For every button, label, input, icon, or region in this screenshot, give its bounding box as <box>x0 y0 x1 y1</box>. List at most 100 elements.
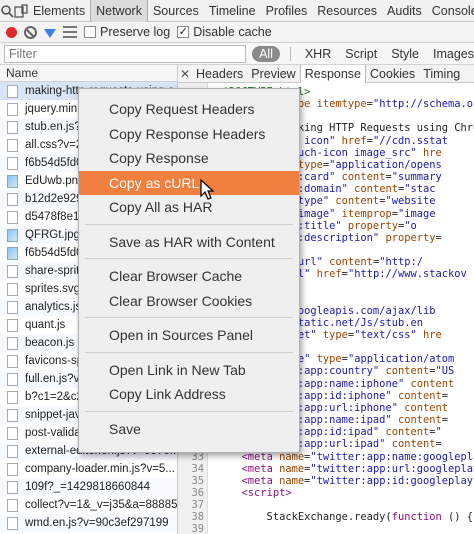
code-token: name <box>279 462 305 475</box>
menu-separator <box>85 351 293 353</box>
context-menu: Copy Request Headers Copy Response Header… <box>78 88 300 453</box>
large-rows-icon[interactable] <box>63 26 77 38</box>
filter-icon[interactable] <box>44 28 56 38</box>
code-token: "text/css" <box>354 329 424 341</box>
preserve-log-label: Preserve log <box>100 25 171 39</box>
menu-item-copy-as-curl[interactable]: Copy as cURL <box>79 170 299 195</box>
filter-xhr-button[interactable]: XHR <box>305 47 331 61</box>
image-file-icon <box>7 246 18 260</box>
menu-item-copy-response[interactable]: Copy Response <box>79 146 299 170</box>
code-token: content <box>385 426 430 439</box>
menu-item-copy-response-headers[interactable]: Copy Response Headers <box>79 122 299 146</box>
filter-bar: All XHR Script Style Images <box>0 43 474 65</box>
search-icon[interactable] <box>0 0 14 22</box>
request-name: f6b54d5fd0 <box>25 247 83 259</box>
device-mode-icon[interactable] <box>14 0 28 22</box>
code-token: <meta <box>241 462 280 475</box>
menu-item-save[interactable]: Save <box>79 417 299 441</box>
file-icon <box>7 84 18 98</box>
request-name: share-sprite <box>25 265 86 277</box>
request-name: company-loader.min.js?v=5... <box>25 463 175 475</box>
tab-network[interactable]: Network <box>90 0 148 22</box>
filter-style-button[interactable]: Style <box>391 47 419 61</box>
request-name: f6b54d5fd0 <box>25 157 83 169</box>
detail-tab-timing[interactable]: Timing <box>419 65 464 83</box>
code-line: 39 <box>178 523 474 534</box>
code-token: content <box>354 183 398 196</box>
request-row[interactable]: 109f?_=1429818660844 <box>0 478 177 496</box>
code-token: content <box>391 438 436 451</box>
tab-console[interactable]: Console <box>427 0 474 22</box>
close-icon[interactable]: ✕ <box>178 67 192 81</box>
network-toolbar: Preserve log ✓ Disable cache <box>0 22 474 43</box>
preserve-log-toggle[interactable]: Preserve log <box>84 25 170 39</box>
request-name: analytics.js <box>25 301 82 313</box>
code-token: "http://schema.org/Qu <box>372 98 474 111</box>
tab-profiles[interactable]: Profiles <box>261 0 313 22</box>
line-number: 35 <box>191 474 204 487</box>
menu-item-copy-link-address[interactable]: Copy Link Address <box>79 382 299 406</box>
menu-item-open-in-sources-panel[interactable]: Open in Sources Panel <box>79 323 299 347</box>
detail-tab-preview[interactable]: Preview <box>247 65 299 83</box>
request-row[interactable]: collect?v=1&_v=j35&a=88885... <box>0 496 177 514</box>
code-token: href <box>341 134 367 147</box>
code-token: name <box>279 474 305 487</box>
code-token: "summary <box>391 171 442 184</box>
detail-tab-response[interactable]: Response <box>299 64 367 83</box>
menu-item-open-link-in-new-tab[interactable]: Open Link in New Tab <box>79 358 299 382</box>
image-file-icon <box>7 174 18 188</box>
disable-cache-toggle[interactable]: ✓ Disable cache <box>177 25 272 39</box>
mouse-cursor-icon <box>200 179 215 200</box>
code-token: "stac <box>404 183 436 196</box>
tab-resources[interactable]: Resources <box>312 0 382 22</box>
file-icon <box>7 408 18 422</box>
preserve-log-checkbox[interactable] <box>84 26 96 38</box>
file-icon <box>7 210 18 224</box>
tab-elements[interactable]: Elements <box>28 0 90 22</box>
line-number: 38 <box>191 511 204 524</box>
detail-tab-headers[interactable]: Headers <box>192 65 247 83</box>
file-icon <box>7 192 18 206</box>
file-icon <box>7 372 18 386</box>
filter-all-button[interactable]: All <box>252 45 280 62</box>
file-icon <box>7 336 18 350</box>
menu-item-clear-browser-cache[interactable]: Clear Browser Cache <box>79 264 299 288</box>
tab-audits[interactable]: Audits <box>382 0 427 22</box>
code-token: "o <box>404 219 417 232</box>
menu-separator <box>85 410 293 412</box>
tab-sources[interactable]: Sources <box>148 0 204 22</box>
request-name: all.css?v=2 <box>25 139 83 151</box>
name-column-header[interactable]: Name <box>0 65 177 82</box>
line-number: 36 <box>191 486 204 499</box>
code-line: 35 <meta name="twitter:app:id:googleplay… <box>178 475 474 487</box>
request-name: EdUwb.png <box>25 175 85 187</box>
code-line: 34 <meta name="twitter:app:url:googlepla… <box>178 463 474 475</box>
request-row[interactable]: wmd.en.js?v=90c3ef297199 <box>0 514 177 532</box>
record-icon[interactable] <box>6 26 17 38</box>
clear-icon[interactable] <box>24 25 37 39</box>
code-token: "website <box>385 195 436 208</box>
code-token: hre <box>422 146 442 159</box>
code-token: property <box>347 219 398 232</box>
request-row[interactable]: company-loader.min.js?v=5... <box>0 460 177 478</box>
code-token: "twitter:app:url:googleplay" <box>310 462 474 475</box>
menu-item-copy-request-headers[interactable]: Copy Request Headers <box>79 97 299 121</box>
filter-script-button[interactable]: Script <box>345 47 377 61</box>
file-icon <box>7 462 18 476</box>
disable-cache-label: Disable cache <box>193 25 272 39</box>
filter-input[interactable] <box>4 44 247 63</box>
disable-cache-checkbox[interactable]: ✓ <box>177 26 190 38</box>
menu-item-clear-browser-cookies[interactable]: Clear Browser Cookies <box>79 289 299 313</box>
menu-item-copy-all-as-har[interactable]: Copy All as HAR <box>79 195 299 219</box>
detail-tab-cookies[interactable]: Cookies <box>366 65 419 83</box>
code-token: content <box>397 389 442 402</box>
file-icon <box>7 300 18 314</box>
menu-item-save-as-har-with-content[interactable]: Save as HAR with Content <box>79 230 299 254</box>
tab-timeline[interactable]: Timeline <box>204 0 261 22</box>
code-token: "http:/ <box>379 256 423 269</box>
file-icon <box>7 498 18 512</box>
code-token: <script> <box>241 486 292 499</box>
filter-images-button[interactable]: Images <box>433 47 474 61</box>
